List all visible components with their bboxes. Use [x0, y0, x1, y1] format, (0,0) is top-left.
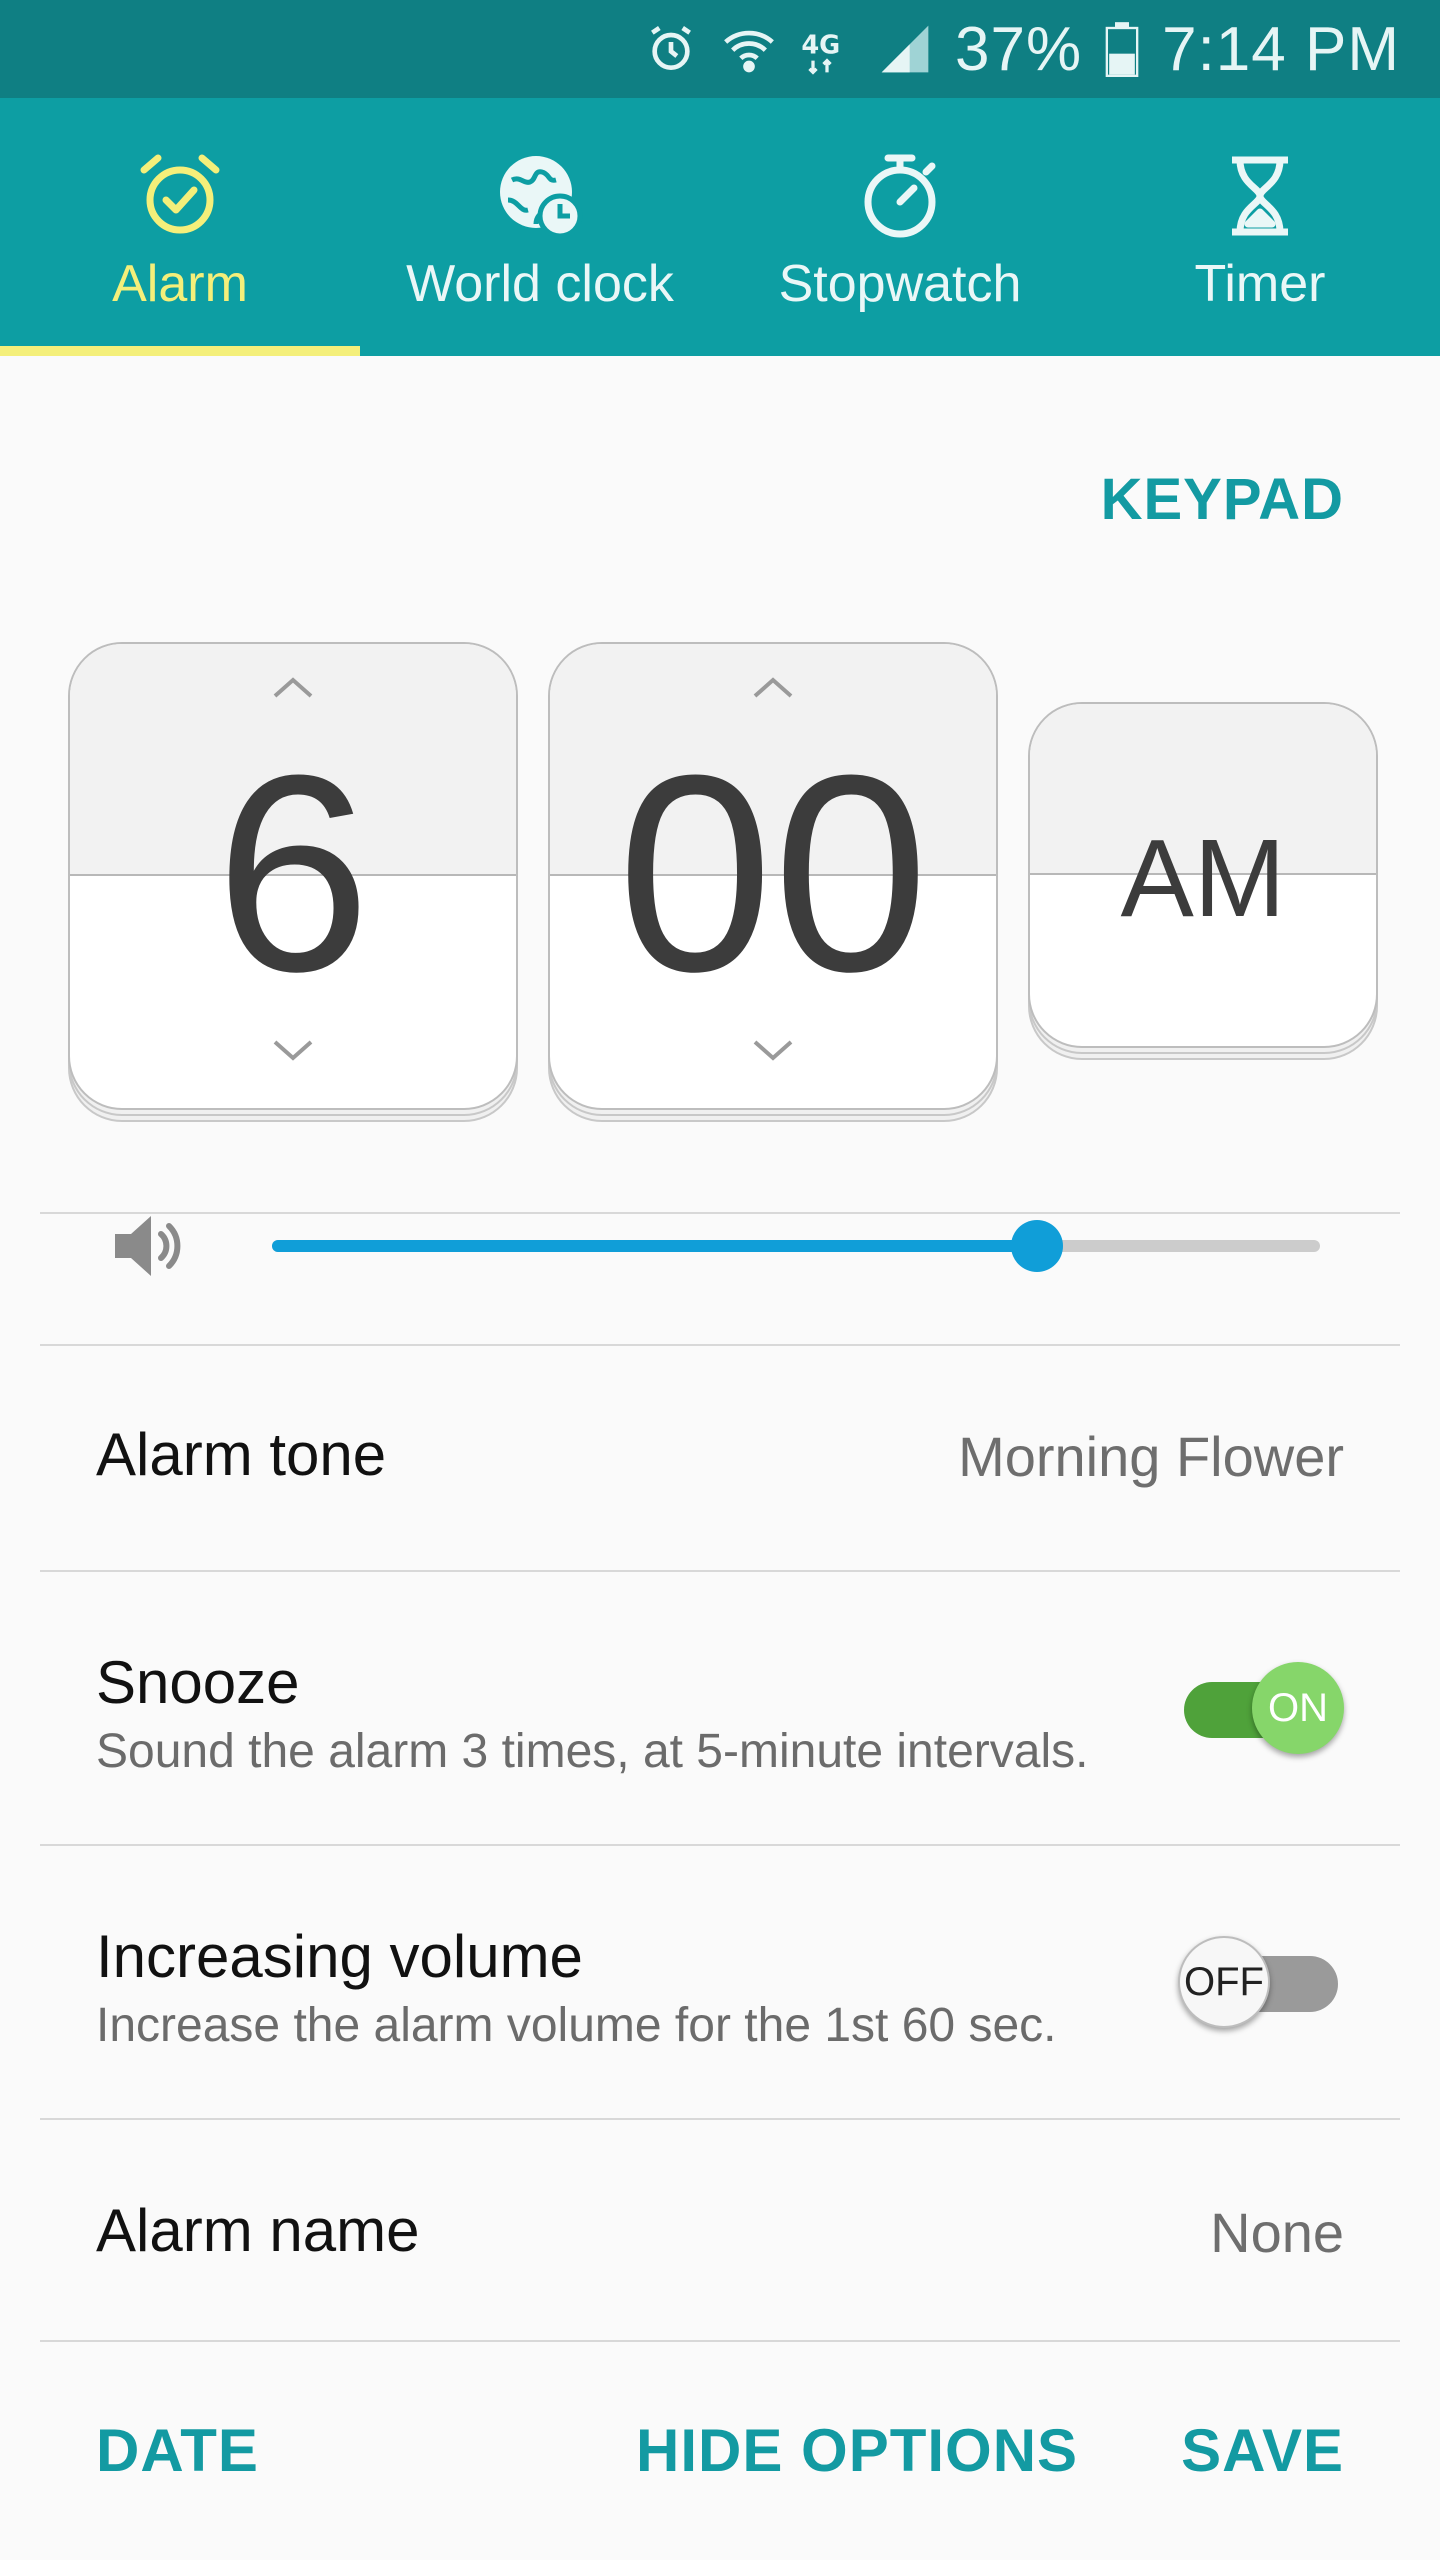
speaker-icon	[110, 1210, 192, 1282]
battery-percentage: 37%	[955, 14, 1083, 84]
divider	[40, 2340, 1400, 2342]
increasing-volume-toggle-state: OFF	[1178, 1936, 1270, 2028]
hide-options-button[interactable]: HIDE OPTIONS	[636, 2416, 1078, 2485]
tab-label: Timer	[1194, 255, 1326, 313]
status-time: 7:14 PM	[1162, 14, 1400, 84]
chevron-up-icon[interactable]	[751, 674, 795, 700]
chevron-down-icon[interactable]	[271, 1038, 315, 1064]
alarm-name-value: None	[1210, 2201, 1344, 2264]
volume-slider[interactable]	[272, 1220, 1320, 1272]
status-bar: 4G 37% 7:14 PM	[0, 0, 1440, 98]
increasing-volume-toggle[interactable]: OFF	[1178, 1936, 1338, 2028]
hourglass-icon	[1212, 148, 1308, 244]
alarm-name-label: Alarm name	[96, 2197, 420, 2264]
ampm-picker[interactable]: AM	[1028, 702, 1378, 1048]
divider	[40, 1212, 1400, 1214]
ampm-value: AM	[1120, 817, 1286, 940]
tab-label: World clock	[406, 255, 674, 313]
battery-icon	[1104, 21, 1140, 77]
chevron-up-icon[interactable]	[271, 674, 315, 700]
minute-picker[interactable]: 00	[548, 642, 998, 1110]
world-clock-icon	[492, 148, 588, 244]
stopwatch-icon	[852, 148, 948, 244]
divider	[40, 2118, 1400, 2120]
tab-alarm[interactable]: Alarm	[0, 98, 360, 356]
snooze-toggle-state: ON	[1252, 1662, 1344, 1754]
volume-thumb[interactable]	[1011, 1220, 1064, 1272]
wifi-icon	[721, 21, 777, 77]
lte-icon: 4G	[799, 21, 855, 77]
keypad-button[interactable]: KEYPAD	[1101, 466, 1344, 533]
alarm-tone-value: Morning Flower	[958, 1425, 1344, 1488]
tab-label: Stopwatch	[778, 255, 1022, 313]
tab-timer[interactable]: Timer	[1080, 98, 1440, 356]
increasing-volume-label: Increasing volume	[96, 1923, 583, 1990]
date-button[interactable]: DATE	[96, 2416, 259, 2485]
tab-stopwatch[interactable]: Stopwatch	[720, 98, 1080, 356]
alarm-tone-label: Alarm tone	[96, 1421, 387, 1488]
divider	[40, 1570, 1400, 1572]
signal-icon	[877, 21, 933, 77]
hour-value: 6	[215, 718, 371, 1030]
increasing-volume-description: Increase the alarm volume for the 1st 60…	[96, 1999, 1057, 2052]
divider	[40, 1344, 1400, 1346]
snooze-description: Sound the alarm 3 times, at 5-minute int…	[96, 1725, 1089, 1778]
alarm-clock-icon	[132, 148, 228, 244]
tab-label: Alarm	[112, 255, 248, 313]
snooze-toggle[interactable]: ON	[1184, 1662, 1344, 1754]
volume-fill	[272, 1240, 1038, 1252]
save-button[interactable]: SAVE	[1181, 2416, 1344, 2485]
tab-bar: Alarm World clock Stopwatch Timer	[0, 98, 1440, 356]
divider	[40, 1844, 1400, 1846]
svg-text:4G: 4G	[801, 31, 840, 61]
chevron-down-icon[interactable]	[751, 1038, 795, 1064]
alarm-icon	[643, 21, 699, 77]
minute-value: 00	[617, 718, 929, 1030]
snooze-label: Snooze	[96, 1649, 300, 1716]
hour-picker[interactable]: 6	[68, 642, 518, 1110]
tab-world-clock[interactable]: World clock	[360, 98, 720, 356]
